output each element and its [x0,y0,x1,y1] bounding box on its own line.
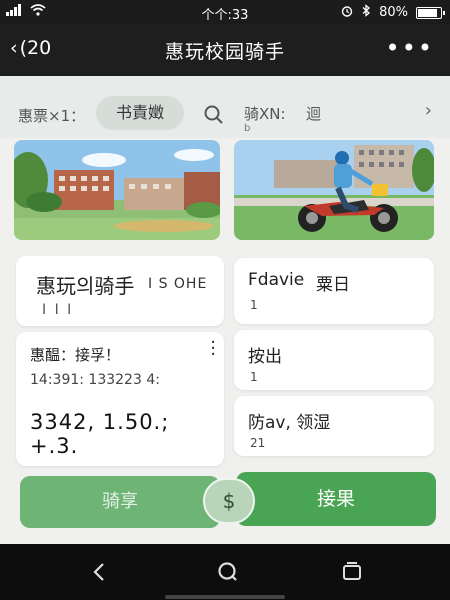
rider-card-sub: I I I [42,302,74,318]
system-nav-bar [0,544,450,600]
rider-photo[interactable] [234,140,434,240]
nav-back-icon[interactable] [86,558,114,586]
status-right: 80% [341,4,445,21]
rider-summary-card[interactable]: 惠玩의骑手 I S OHE I I I [16,256,224,326]
filter-small-text: b [244,123,251,134]
rider-card-title: 惠玩의骑手 [36,274,135,298]
more-options-icon[interactable]: ••• [386,34,434,62]
filter-label-more[interactable]: 迴 [306,103,321,124]
nav-recents-icon[interactable] [338,558,366,586]
app-header: ‹ (20 惠玩校园骑手 ••• [0,24,450,76]
filter-bar: 惠票×1： 书責嬍 骑XN: 迴 b › [0,76,450,138]
accept-order-button[interactable]: 接果 [236,472,436,526]
filter-label-tickets[interactable]: 惠票×1： [18,105,85,126]
home-indicator [165,595,285,599]
stat-card-3[interactable]: 防av, 领湿 21 [234,396,434,456]
order-detail-value: 3342, 1.50.; +.3. [30,410,170,458]
stat-card-2-title: 按出 [248,347,282,367]
bluetooth-icon [361,4,371,21]
order-detail-card[interactable]: 惠醖：接孚！ · · · 14:391: 133223 4: 3342, 1.50.… [16,332,224,466]
campus-photo[interactable] [14,140,220,240]
battery-icon [416,6,445,19]
status-bar: 个个:33 80% [0,0,450,24]
search-icon[interactable] [203,104,225,126]
stat-card-2-value: 1 [250,370,258,384]
phone-screen: 个个:33 80% ‹ (20 惠玩校园骑手 ••• 惠票×1： 书責嬍 骑XN… [0,0,450,600]
card-menu-icon[interactable]: · · · [210,334,216,364]
secondary-action-button[interactable]: 骑享 [20,476,220,528]
rider-card-extra: I S OHE [148,276,208,292]
order-detail-title: 惠醖：接孚！ [30,346,121,364]
stat-card-1-title: Fdavie [248,270,305,290]
alarm-icon [341,5,353,21]
stat-card-3-value: 21 [250,436,266,450]
stat-card-1-value: 1 [250,298,258,312]
stat-card-3-title: 防av, 领湿 [248,413,331,433]
nav-home-icon[interactable] [214,558,242,586]
stat-card-1[interactable]: Fdavie 粟日 1 [234,258,434,324]
page-title: 惠玩校园骑手 [164,41,285,63]
filter-label-rider[interactable]: 骑XN: [244,103,286,124]
order-detail-sub: 14:391: 133223 4: [30,372,160,388]
filter-chip-selected[interactable]: 书責嬍 [96,96,184,130]
chevron-right-icon[interactable]: › [425,100,432,121]
stat-card-2[interactable]: 按出 1 [234,330,434,390]
stat-card-1-title2: 粟日 [316,275,350,295]
battery-percent: 80% [379,5,408,20]
coin-icon[interactable]: $ [203,478,255,524]
